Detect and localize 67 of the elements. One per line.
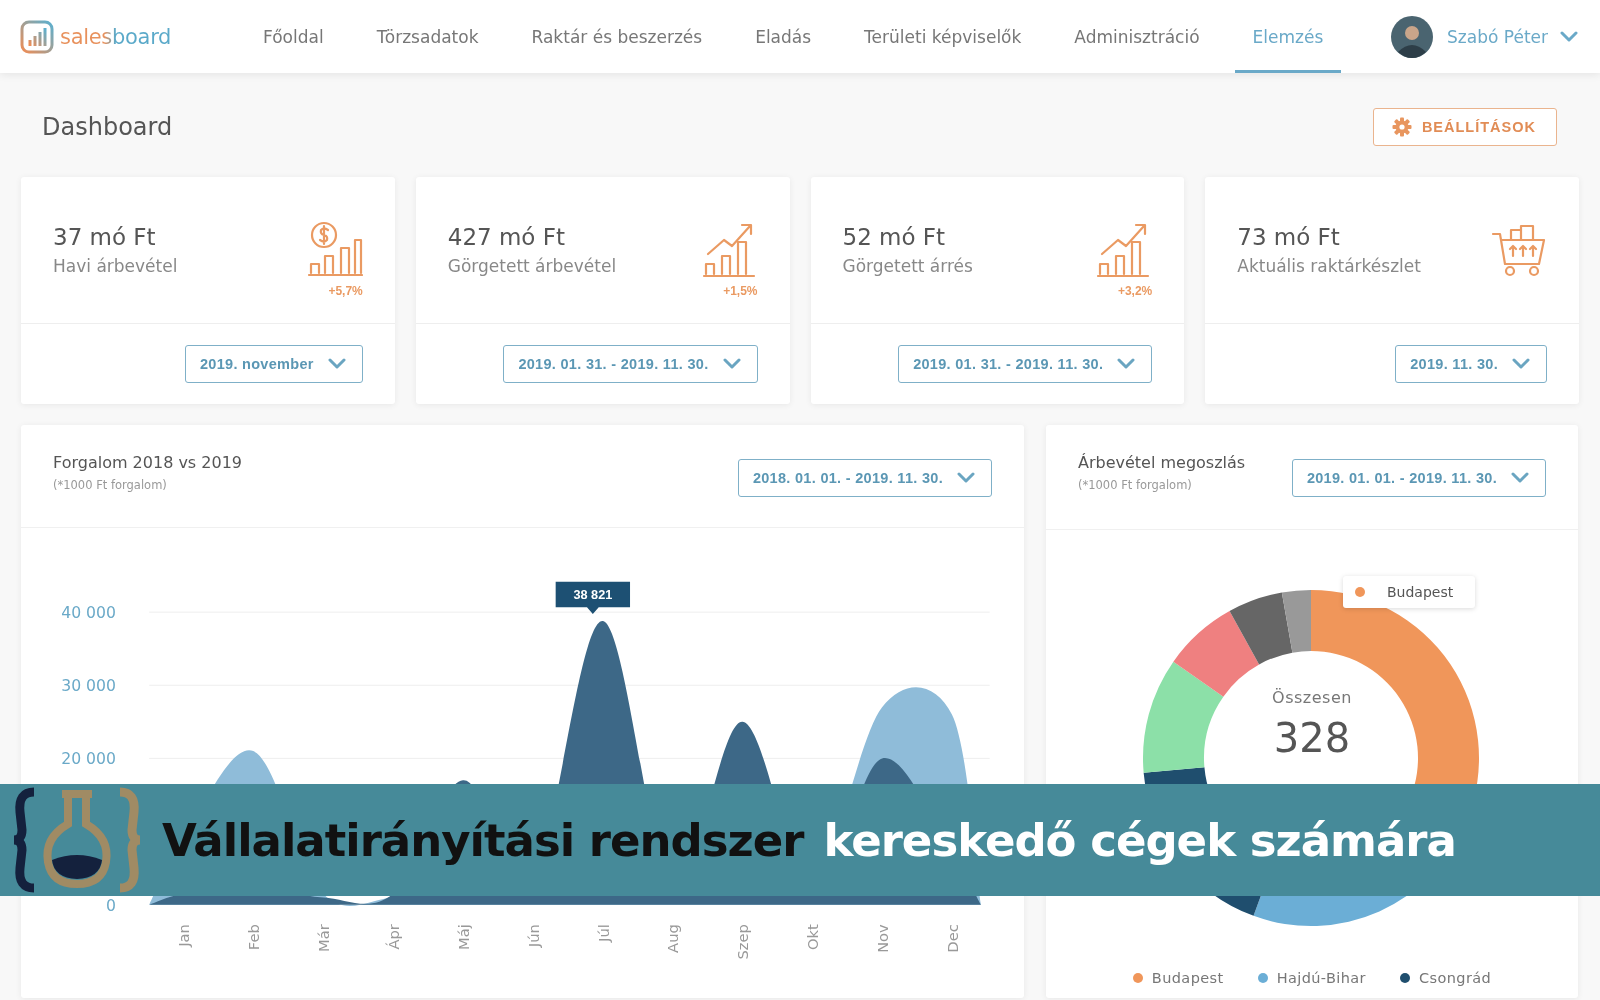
- y-axis-label: 30 000: [61, 676, 116, 696]
- stat-label: Görgetett árbevétel: [447, 256, 617, 276]
- settings-button[interactable]: BEÁLLÍTÁSOK: [1372, 108, 1557, 146]
- x-axis-label: Jan: [175, 924, 193, 948]
- nav-tab[interactable]: Elemzés: [1234, 0, 1342, 73]
- stat-change: +3,2%: [1117, 284, 1153, 298]
- chevron-down-icon: [957, 472, 975, 484]
- chevron-down-icon: [1560, 30, 1578, 43]
- chevron-down-icon: [722, 358, 741, 370]
- chart-title: Árbevétel megoszlás: [1078, 453, 1246, 472]
- x-axis-label: Júl: [594, 924, 612, 943]
- x-axis-label: Nov: [873, 924, 891, 954]
- value-tooltip: 38 821: [555, 582, 631, 615]
- y-axis-label: 0: [106, 895, 116, 915]
- x-axis-label: Feb: [245, 924, 263, 951]
- stat-value: 52 mó Ft: [842, 224, 947, 250]
- chevron-down-icon: [1511, 472, 1529, 484]
- stat-label: Aktuális raktárkészlet: [1237, 256, 1421, 276]
- stat-change: +5,7%: [328, 284, 363, 298]
- banner-subtitle: kereskedő cégek számára: [823, 813, 1456, 867]
- y-axis-label: 40 000: [61, 603, 116, 623]
- logo-icon: [20, 19, 54, 54]
- x-axis-label: Már: [315, 924, 333, 953]
- x-axis-label: Ápr: [384, 924, 402, 950]
- nav-tab[interactable]: Raktár és beszerzés: [513, 0, 721, 73]
- legend-label: Csongrád: [1418, 970, 1492, 986]
- x-axis-label: Máj: [454, 924, 472, 951]
- stat-value: 427 mó Ft: [447, 224, 566, 250]
- chevron-down-icon: [1117, 358, 1136, 370]
- date-range-dropdown[interactable]: 2019. 01. 01. - 2019. 11. 30.: [1291, 459, 1546, 497]
- stat-change: +1,5%: [723, 284, 758, 298]
- x-axis-label: Aug: [664, 924, 682, 954]
- stat-value: 37 mó Ft: [53, 224, 157, 250]
- date-range-dropdown[interactable]: 2019. 11. 30.: [1395, 345, 1547, 383]
- chart-tooltip: Budapest: [1343, 576, 1475, 608]
- date-range-dropdown[interactable]: 2019. 01. 31. - 2019. 11. 30.: [503, 345, 758, 383]
- legend-label: Budapest: [1151, 970, 1224, 986]
- stat-value: 73 mó Ft: [1237, 224, 1341, 250]
- legend-label: Hajdú-Bihar: [1276, 970, 1366, 986]
- coin-bar-chart-icon: [306, 220, 363, 278]
- stat-label: Havi árbevétel: [53, 256, 178, 276]
- date-range-dropdown[interactable]: 2019. november: [184, 345, 363, 383]
- y-axis-label: 20 000: [61, 749, 116, 769]
- total-value: 328: [1273, 715, 1351, 761]
- nav-tab[interactable]: Területi képviselők: [846, 0, 1040, 73]
- x-axis-label: Okt: [804, 924, 822, 951]
- date-range-dropdown[interactable]: 2018. 01. 01. - 2019. 11. 30.: [737, 459, 992, 497]
- nav-tab[interactable]: Adminisztráció: [1056, 0, 1218, 73]
- page-title: Dashboard: [42, 113, 173, 141]
- banner-title: Vállalatirányítási rendszer: [162, 813, 804, 867]
- x-axis-label: Dec: [943, 924, 961, 953]
- chevron-down-icon: [327, 358, 346, 370]
- x-axis-label: Szep: [734, 924, 752, 960]
- nav-tab[interactable]: Eladás: [737, 0, 830, 73]
- x-axis-label: Jún: [524, 924, 542, 948]
- chart-title: Forgalom 2018 vs 2019: [53, 453, 242, 472]
- chart-subtitle: (*1000 Ft forgalom): [1078, 478, 1193, 492]
- nav-tab[interactable]: Törzsadatok: [358, 0, 497, 73]
- nav-tab[interactable]: Főoldal: [245, 0, 342, 73]
- chevron-down-icon: [1512, 358, 1530, 370]
- chart-subtitle: (*1000 Ft forgalom): [53, 478, 168, 492]
- user-menu[interactable]: Szabó Péter: [1447, 26, 1578, 47]
- total-label: Összesen: [1272, 688, 1352, 707]
- stat-label: Görgetett árrés: [842, 256, 973, 276]
- avatar-icon[interactable]: [1391, 15, 1434, 58]
- settings-icon: [1391, 117, 1412, 137]
- date-range-dropdown[interactable]: 2019. 01. 31. - 2019. 11. 30.: [898, 345, 1153, 383]
